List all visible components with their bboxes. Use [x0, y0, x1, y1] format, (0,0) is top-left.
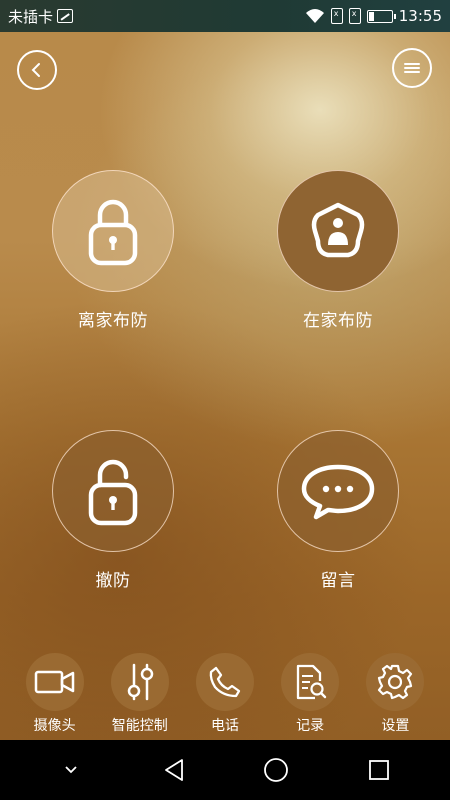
nav-phone[interactable]: 电话	[185, 650, 265, 740]
gear-icon	[378, 664, 413, 700]
chevron-left-icon	[31, 63, 40, 77]
mode-disarm[interactable]: 撤防	[33, 430, 193, 591]
system-nav-bar	[0, 740, 450, 800]
system-back-button[interactable]	[154, 750, 194, 790]
carrier-text: 未插卡	[8, 7, 54, 26]
nav-phone-label: 电话	[210, 718, 239, 734]
mode-message-circle[interactable]	[277, 430, 399, 552]
wifi-icon	[305, 9, 324, 23]
nav-settings-label: 设置	[381, 718, 410, 734]
hamburger-menu-icon	[404, 63, 420, 73]
mode-away-arm-label: 离家布防	[78, 311, 148, 331]
bottom-nav: 摄像头 智能控制 电话 记录 设置	[0, 650, 450, 740]
home-person-icon	[311, 202, 365, 258]
mode-away-arm[interactable]: 离家布防	[33, 170, 193, 331]
menu-button[interactable]	[392, 48, 432, 88]
back-button[interactable]	[17, 50, 57, 90]
nav-phone-circle[interactable]	[195, 653, 254, 711]
mode-disarm-circle[interactable]	[52, 430, 174, 552]
triangle-back-icon	[164, 759, 183, 781]
mode-message[interactable]: 留言	[258, 430, 418, 591]
chevron-down-icon	[65, 766, 77, 774]
clock-time: 13:55	[398, 7, 442, 25]
video-camera-icon	[34, 670, 74, 694]
battery-icon	[366, 9, 396, 23]
nav-camera-label: 摄像头	[33, 718, 76, 734]
status-bar: 未插卡 13:55	[0, 0, 450, 32]
square-recents-icon	[368, 760, 389, 780]
app-screen: 未插卡 13:55	[0, 0, 450, 800]
nav-settings-circle[interactable]	[366, 653, 425, 711]
nav-records-label: 记录	[296, 718, 325, 734]
nav-smart-control[interactable]: 智能控制	[100, 650, 180, 740]
nav-records-circle[interactable]	[281, 653, 340, 711]
nav-smart-control-circle[interactable]	[110, 653, 169, 711]
nav-records[interactable]: 记录	[270, 650, 350, 740]
lock-open-icon	[88, 459, 138, 526]
sim2-icon	[348, 8, 361, 24]
slider-control-icon	[127, 663, 154, 701]
system-recents-button[interactable]	[359, 750, 399, 790]
no-sim-icon	[57, 9, 74, 23]
nav-settings[interactable]: 设置	[355, 650, 435, 740]
nav-camera-circle[interactable]	[25, 653, 84, 711]
lock-closed-icon	[88, 199, 138, 266]
mode-message-label: 留言	[320, 571, 356, 591]
hide-nav-button[interactable]	[51, 750, 91, 790]
mode-away-arm-circle[interactable]	[52, 170, 174, 292]
sim1-icon	[330, 8, 343, 24]
message-bubble-icon	[301, 464, 375, 520]
nav-camera[interactable]: 摄像头	[15, 650, 95, 740]
mode-home-arm-circle[interactable]	[277, 170, 399, 292]
phone-icon	[209, 666, 241, 698]
circle-home-icon	[264, 758, 289, 782]
record-search-icon	[297, 664, 327, 700]
mode-disarm-label: 撤防	[95, 571, 131, 591]
mode-home-arm[interactable]: 在家布防	[258, 170, 418, 331]
system-home-button[interactable]	[256, 750, 296, 790]
mode-home-arm-label: 在家布防	[303, 311, 373, 331]
nav-smart-control-label: 智能控制	[111, 718, 168, 734]
